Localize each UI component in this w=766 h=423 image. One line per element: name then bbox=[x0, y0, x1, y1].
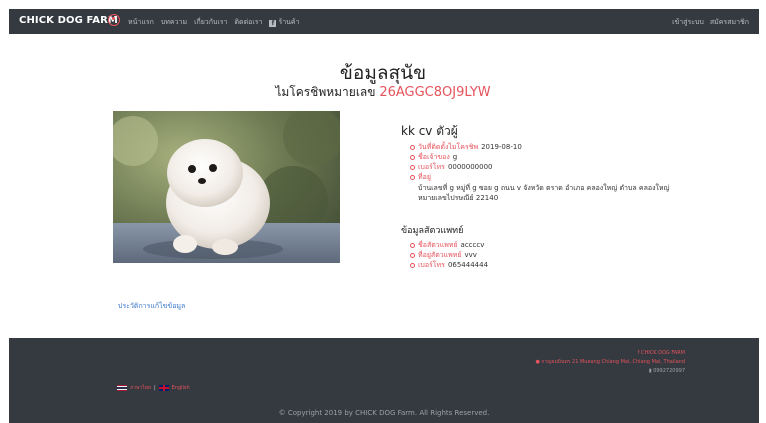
login-link[interactable]: เข้าสู่ระบบ bbox=[672, 17, 704, 28]
vet-name-value: accccv bbox=[460, 241, 485, 249]
list-item: ที่อยู่สัตวแพทย์ vvv bbox=[410, 250, 488, 260]
footer-contact: f CHICK DOG FARM ● กาญจนบินทร 21 Mueang … bbox=[535, 349, 685, 376]
list-item: เบอร์โทร 065444444 bbox=[410, 260, 488, 270]
vet-info-list: ชื่อสัตวแพทย์ accccv ที่อยู่สัตวแพทย์ vvv … bbox=[410, 240, 488, 270]
vet-name-label: ชื่อสัตวแพทย์ bbox=[418, 241, 458, 249]
owner-name-value: g bbox=[452, 153, 458, 161]
list-item: เบอร์โทร 0000000000 bbox=[410, 162, 680, 172]
language-switcher: ภาษาไทย | English bbox=[117, 384, 190, 392]
list-item: ชื่อเจ้าของ g bbox=[410, 152, 680, 162]
list-item: ชื่อสัตวแพทย์ accccv bbox=[410, 240, 488, 250]
owner-name-label: ชื่อเจ้าของ bbox=[418, 153, 450, 161]
microchip-label: ไมโครชิพหมายเลข bbox=[275, 85, 376, 99]
auth-links: เข้าสู่ระบบ สมัครสมาชิก bbox=[672, 17, 749, 28]
dog-photo bbox=[113, 111, 340, 263]
microchip-subtitle: ไมโครชิพหมายเลข 26AGGC8OJ9LYW bbox=[0, 83, 766, 102]
owner-address-label: ที่อยู่ bbox=[418, 173, 431, 181]
lang-separator: | bbox=[153, 385, 156, 391]
footer-company-name[interactable]: CHICK DOG FARM bbox=[641, 350, 685, 356]
top-navbar: CHICK DOG FARM หน้าแรก บทความ เกี่ยวกับเ… bbox=[9, 9, 759, 34]
nav-link-shop[interactable]: f ร้านค้า bbox=[269, 17, 300, 28]
lang-english-link[interactable]: English bbox=[172, 385, 190, 391]
register-link[interactable]: สมัครสมาชิก bbox=[710, 17, 749, 28]
owner-phone-value: 0000000000 bbox=[447, 163, 493, 171]
nav-links: หน้าแรก บทความ เกี่ยวกับเรา ติดต่อเรา fร… bbox=[128, 17, 300, 28]
vet-phone-label: เบอร์โทร bbox=[418, 261, 445, 269]
facebook-icon: f bbox=[269, 20, 277, 27]
owner-address-value: บ้านเลขที่ g หมู่ที่ g ซอย g ถนน v จังหว… bbox=[418, 184, 670, 202]
footer-phone-text: 0992720997 bbox=[653, 368, 685, 374]
chip-date-label: วันที่ติดตั้งไมโครชิพ bbox=[418, 143, 479, 151]
vet-address-value: vvv bbox=[464, 251, 477, 259]
nav-link-shop-label: ร้านค้า bbox=[278, 18, 300, 26]
footer: f CHICK DOG FARM ● กาญจนบินทร 21 Mueang … bbox=[9, 338, 759, 423]
nav-link-articles[interactable]: บทความ bbox=[161, 17, 187, 28]
lang-thai-link[interactable]: ภาษาไทย bbox=[130, 384, 151, 392]
nav-link-about[interactable]: เกี่ยวกับเรา bbox=[194, 17, 227, 28]
footer-company: f CHICK DOG FARM bbox=[535, 349, 685, 358]
owner-phone-label: เบอร์โทร bbox=[418, 163, 445, 171]
footer-address-text: กาญจนบินทร 21 Mueang Chiang Mai, Chiang … bbox=[541, 359, 685, 365]
microchip-number: 26AGGC8OJ9LYW bbox=[379, 85, 491, 100]
chip-date-value: 2019-08-10 bbox=[481, 143, 522, 151]
vet-phone-value: 065444444 bbox=[447, 261, 489, 269]
dog-info-list: วันที่ติดตั้งไมโครชิพ 2019-08-10 ชื่อเจ้า… bbox=[410, 142, 680, 203]
thai-flag-icon[interactable] bbox=[117, 385, 127, 391]
heart-logo-icon[interactable] bbox=[108, 14, 120, 26]
footer-phone: ▮ 0992720997 bbox=[535, 367, 685, 376]
uk-flag-icon[interactable] bbox=[158, 385, 169, 391]
vet-address-label: ที่อยู่สัตวแพทย์ bbox=[418, 251, 462, 259]
vet-section-heading: ข้อมูลสัตวแพทย์ bbox=[401, 226, 464, 236]
nav-link-contact[interactable]: ติดต่อเรา bbox=[235, 17, 263, 28]
copyright-text: © Copyright 2019 by CHICK DOG Farm. All … bbox=[278, 409, 490, 417]
list-item: วันที่ติดตั้งไมโครชิพ 2019-08-10 bbox=[410, 142, 680, 152]
list-item: ที่อยู่บ้านเลขที่ g หมู่ที่ g ซอย g ถนน … bbox=[410, 172, 680, 203]
brand-logo-text[interactable]: CHICK DOG FARM bbox=[19, 15, 118, 26]
edit-history-link[interactable]: ประวัติการแก้ไขข้อมูล bbox=[118, 301, 185, 312]
nav-link-home[interactable]: หน้าแรก bbox=[128, 17, 154, 28]
footer-address: ● กาญจนบินทร 21 Mueang Chiang Mai, Chian… bbox=[535, 358, 685, 367]
dog-name: kk cv ตัวผู้ bbox=[401, 124, 458, 138]
